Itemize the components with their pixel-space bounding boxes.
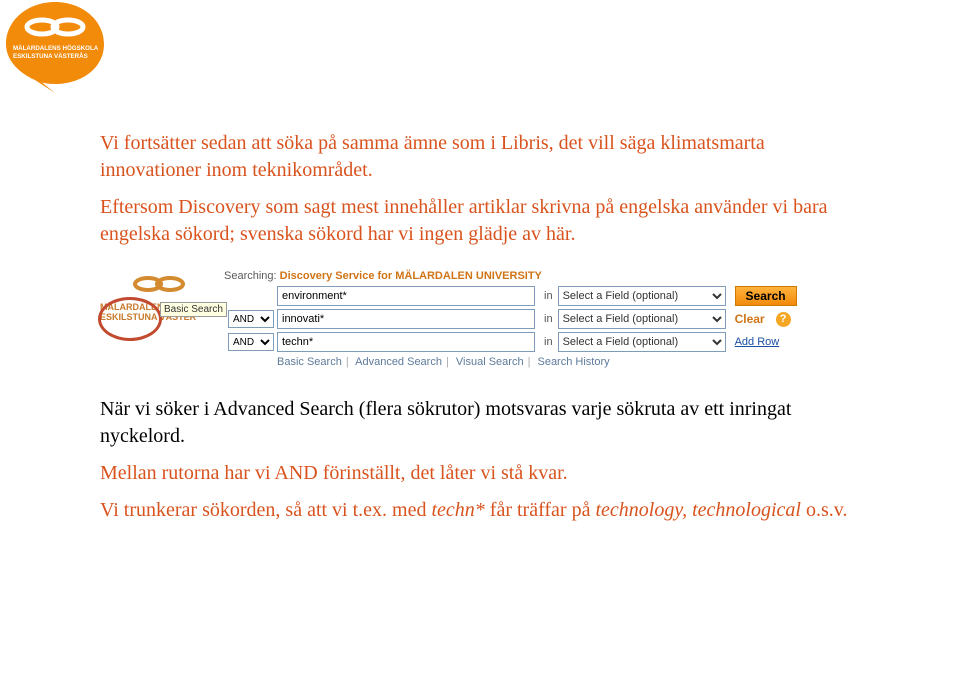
paragraph-4: Mellan rutorna har vi AND förinställt, d… <box>100 460 870 487</box>
link-basic-search[interactable]: Basic Search <box>277 356 342 368</box>
paragraph-1: Vi fortsätter sedan att söka på samma äm… <box>100 130 870 184</box>
clear-link[interactable]: Clear <box>735 312 765 326</box>
in-label-2: in <box>538 313 555 325</box>
in-label-1: in <box>538 290 555 302</box>
p5-c: o.s.v. <box>801 499 847 521</box>
search-screenshot: MÄLARDALENS HÖGS ESKILSTUNA VÄSTER Searc… <box>100 270 860 368</box>
paragraph-5: Vi trunkerar sökorden, så att vi t.ex. m… <box>100 497 870 524</box>
brand-line2: ESKILSTUNA VÄSTERÅS <box>13 53 88 60</box>
p5-em2: technology, technological <box>595 499 801 521</box>
field-select-2[interactable]: Select a Field (optional) <box>558 309 726 329</box>
document-body: Vi fortsätter sedan att söka på samma äm… <box>0 0 960 524</box>
p5-b: får träffar på <box>485 499 596 521</box>
link-advanced-search[interactable]: Advanced Search <box>355 356 442 368</box>
searching-prefix: Searching: <box>224 270 277 282</box>
searching-service: Discovery Service for MÄLARDALEN UNIVERS… <box>280 270 542 282</box>
boolean-select-3[interactable]: AND <box>228 333 274 351</box>
p5-a: Vi trunkerar sökorden, så att vi t.ex. m… <box>100 499 431 521</box>
search-row-2: AND in Select a Field (optional) Clear ? <box>224 309 860 329</box>
help-icon[interactable]: ? <box>776 312 791 327</box>
add-row-link[interactable]: Add Row <box>735 336 780 348</box>
paragraph-2: Eftersom Discovery som sagt mest innehål… <box>100 194 870 248</box>
basic-search-tooltip: Basic Search <box>160 302 227 317</box>
p5-em1: techn* <box>431 499 484 521</box>
search-mode-links: Basic Search| Advanced Search| Visual Se… <box>277 356 860 368</box>
search-term-input-3[interactable] <box>277 332 535 352</box>
search-button[interactable]: Search <box>735 286 797 306</box>
field-select-3[interactable]: Select a Field (optional) <box>558 332 726 352</box>
searching-label: Searching: Discovery Service for MÄLARDA… <box>224 270 860 282</box>
link-search-history[interactable]: Search History <box>537 356 609 368</box>
link-visual-search[interactable]: Visual Search <box>456 356 524 368</box>
search-row-3: AND in Select a Field (optional) Add Row <box>224 332 860 352</box>
search-term-input-2[interactable] <box>277 309 535 329</box>
brand-bubble: MÄLARDALENS HÖGSKOLA ESKILSTUNA VÄSTERÅS <box>0 0 110 90</box>
paragraph-3: När vi söker i Advanced Search (flera sö… <box>100 396 870 450</box>
search-row-1: Basic Search in Select a Field (optional… <box>224 286 860 306</box>
boolean-select-2[interactable]: AND <box>228 310 274 328</box>
field-select-1[interactable]: Select a Field (optional) <box>558 286 726 306</box>
in-label-3: in <box>538 336 555 348</box>
brand-line1: MÄLARDALENS HÖGSKOLA <box>13 45 99 52</box>
search-term-input-1[interactable] <box>277 286 535 306</box>
